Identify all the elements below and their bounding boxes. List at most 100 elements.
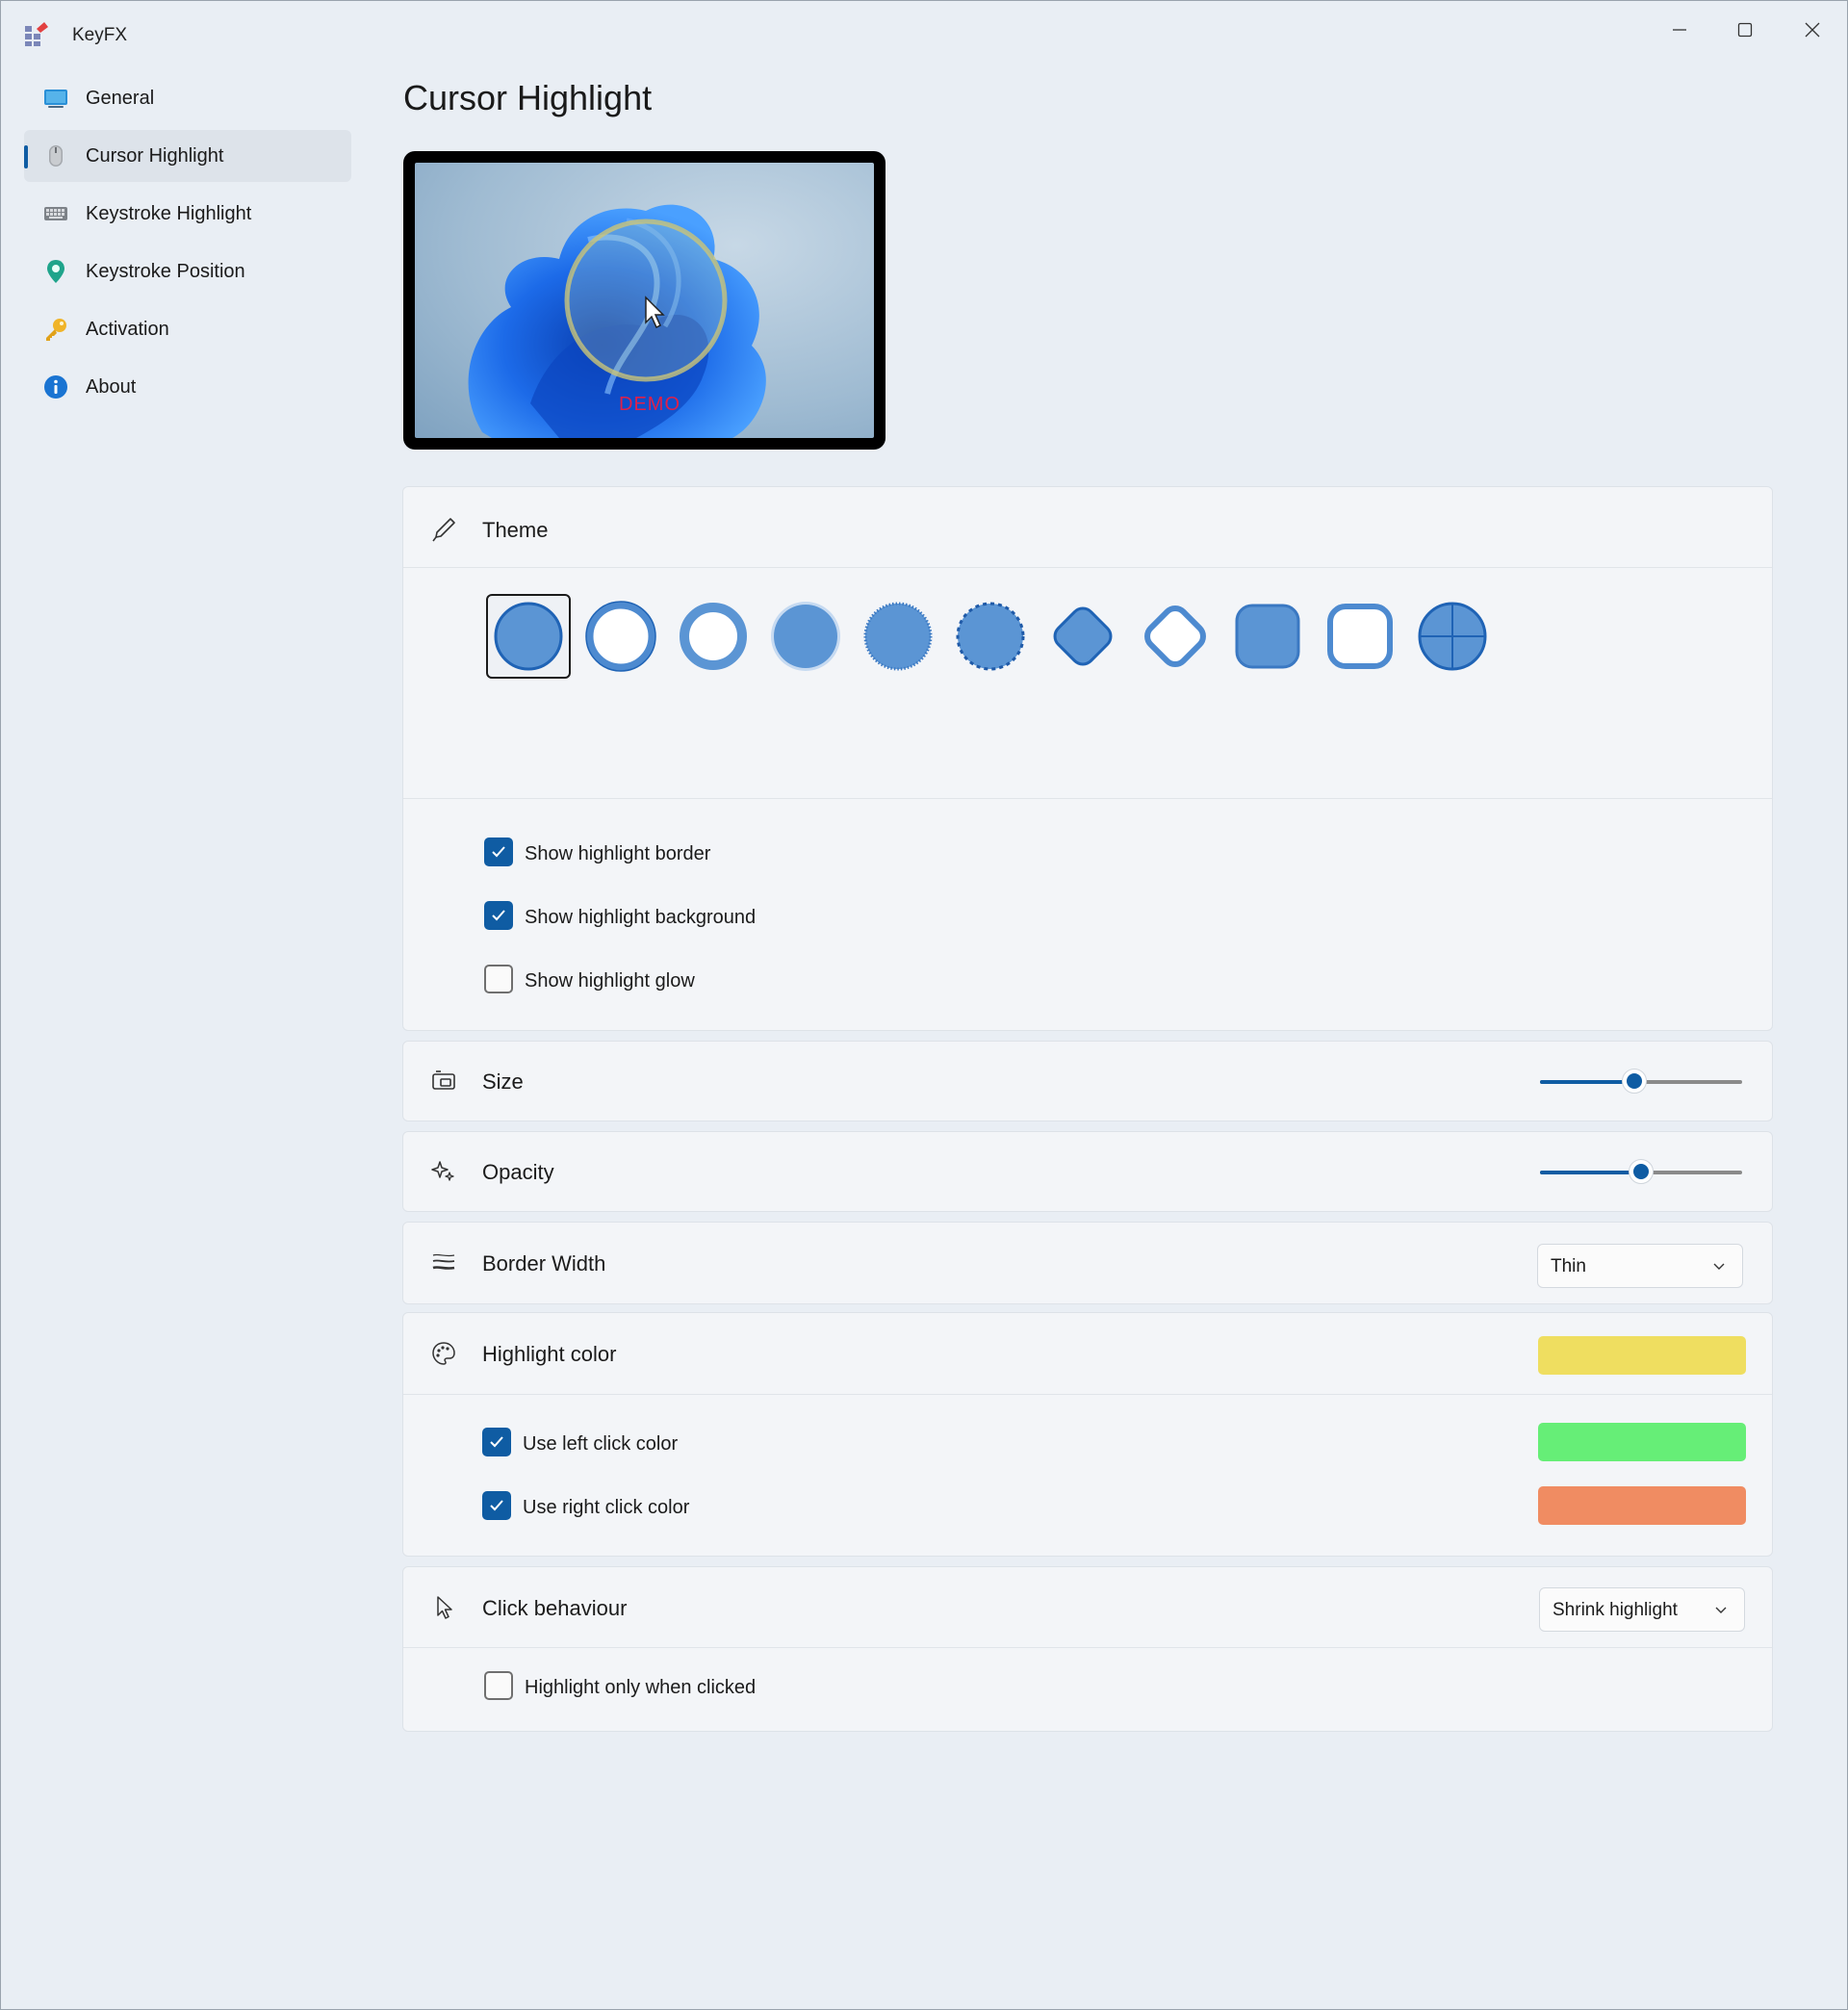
close-button[interactable] <box>1784 11 1841 49</box>
right-click-color-swatch[interactable] <box>1538 1486 1746 1525</box>
click-behaviour-dropdown[interactable]: Shrink highlight <box>1539 1587 1745 1632</box>
chevron-down-icon <box>1713 1263 1725 1270</box>
theme-style-crosshair-circle[interactable] <box>1410 594 1495 679</box>
slider-thumb[interactable] <box>1621 1069 1647 1094</box>
sparkle-icon <box>430 1158 457 1185</box>
maximize-button[interactable] <box>1716 11 1774 49</box>
divider <box>403 798 1772 799</box>
divider <box>403 567 1772 568</box>
highlight-color-title: Highlight color <box>482 1342 617 1366</box>
nav-label: Keystroke Highlight <box>86 203 252 224</box>
filled-circle-icon <box>494 602 563 671</box>
show-border-checkbox[interactable] <box>484 838 513 866</box>
right-click-color-checkbox[interactable] <box>482 1491 511 1520</box>
monitor-icon <box>43 86 68 111</box>
page-title: Cursor Highlight <box>403 78 653 117</box>
highlight-only-when-clicked-checkbox[interactable] <box>484 1671 513 1700</box>
info-icon <box>43 374 68 399</box>
nav-label: Cursor Highlight <box>86 145 224 167</box>
ring-rounded-square-icon <box>1327 604 1393 669</box>
slider-thumb[interactable] <box>1629 1159 1654 1184</box>
nav-item-keystroke-highlight[interactable]: Keystroke Highlight <box>24 188 351 240</box>
key-icon <box>43 317 68 342</box>
click-behaviour-title: Click behaviour <box>482 1596 628 1620</box>
left-click-color-swatch[interactable] <box>1538 1423 1746 1461</box>
theme-title: Theme <box>482 518 549 542</box>
size-card: Size <box>402 1041 1773 1121</box>
divider <box>403 1647 1772 1648</box>
preview-wallpaper: DEMO <box>415 163 874 438</box>
slider-fill <box>1540 1171 1641 1174</box>
border-width-title: Border Width <box>482 1251 606 1276</box>
click-behaviour-card: Click behaviour Shrink highlight Highlig… <box>402 1566 1773 1732</box>
resize-icon <box>430 1068 457 1095</box>
divider <box>403 1394 1772 1395</box>
checkmark-icon <box>492 846 505 858</box>
maximize-icon <box>1737 22 1753 38</box>
opacity-slider[interactable] <box>1540 1157 1742 1186</box>
checkmark-icon <box>492 910 505 921</box>
theme-style-dashed-circle[interactable] <box>948 594 1033 679</box>
opacity-card: Opacity <box>402 1131 1773 1212</box>
theme-style-ring-thin[interactable] <box>671 594 756 679</box>
nav-label: About <box>86 376 137 398</box>
highlight-color-card: Highlight color Use left click color Use… <box>402 1312 1773 1557</box>
left-click-color-checkbox[interactable] <box>482 1428 511 1456</box>
theme-style-soft-circle[interactable] <box>763 594 848 679</box>
border-width-card: Border Width Thin <box>402 1222 1773 1304</box>
left-click-color-label: Use left click color <box>523 1433 679 1455</box>
theme-style-ring-diamond[interactable] <box>1133 594 1218 679</box>
thin-ring-icon <box>680 603 747 670</box>
app-title: KeyFX <box>72 25 128 45</box>
brush-icon <box>430 516 457 543</box>
filled-diamond-icon <box>1053 606 1113 666</box>
minimize-icon <box>1673 29 1686 31</box>
selection-indicator <box>24 145 28 168</box>
show-background-checkbox[interactable] <box>484 901 513 930</box>
app-window: KeyFX General Cursor Highlight Keystroke… <box>0 0 1848 2010</box>
nav-label: General <box>86 88 155 109</box>
nav-item-cursor-highlight[interactable]: Cursor Highlight <box>24 130 351 182</box>
theme-style-ring-thick[interactable] <box>578 594 663 679</box>
line-weight-icon <box>430 1250 457 1276</box>
slider-fill <box>1540 1080 1634 1084</box>
theme-style-filled-diamond[interactable] <box>1040 594 1125 679</box>
mouse-icon <box>43 143 68 168</box>
dropdown-value: Thin <box>1551 1256 1586 1276</box>
soft-circle-icon <box>771 602 840 671</box>
app-logo-icon <box>25 22 48 46</box>
nav-item-general[interactable]: General <box>24 72 351 124</box>
highlight-only-when-clicked-label: Highlight only when clicked <box>525 1677 757 1698</box>
theme-style-ring-rounded-square[interactable] <box>1318 594 1402 679</box>
nav-item-keystroke-position[interactable]: Keystroke Position <box>24 245 351 297</box>
opacity-title: Opacity <box>482 1160 554 1184</box>
show-glow-label: Show highlight glow <box>525 970 695 992</box>
nav-item-activation[interactable]: Activation <box>24 303 351 355</box>
title-bar: KeyFX <box>1 1 1847 68</box>
nav-label: Activation <box>86 319 169 340</box>
highlight-color-swatch[interactable] <box>1538 1336 1746 1375</box>
palette-icon <box>430 1340 457 1367</box>
size-slider[interactable] <box>1540 1067 1742 1095</box>
nav-item-about[interactable]: About <box>24 361 351 413</box>
theme-style-filled-rounded-square[interactable] <box>1225 594 1310 679</box>
size-title: Size <box>482 1069 524 1094</box>
location-pin-icon <box>43 259 68 284</box>
chevron-down-icon <box>1715 1607 1727 1613</box>
checkmark-icon <box>490 1500 503 1511</box>
demo-watermark: DEMO <box>619 394 680 415</box>
show-background-label: Show highlight background <box>525 907 757 928</box>
dotted-edge-circle-icon <box>863 602 933 671</box>
ring-diamond-icon <box>1144 606 1206 667</box>
checkmark-icon <box>490 1436 503 1448</box>
filled-rounded-square-icon <box>1235 604 1300 669</box>
theme-card: Theme Show highlight border Show highlig… <box>402 486 1773 1031</box>
theme-style-dotted-edge-circle[interactable] <box>856 594 940 679</box>
highlight-preview: DEMO <box>403 151 886 450</box>
border-width-dropdown[interactable]: Thin <box>1537 1244 1743 1288</box>
minimize-button[interactable] <box>1651 11 1708 49</box>
thick-ring-icon <box>585 601 656 672</box>
theme-style-filled-circle[interactable] <box>486 594 571 679</box>
show-glow-checkbox[interactable] <box>484 965 513 993</box>
nav-label: Keystroke Position <box>86 261 245 282</box>
